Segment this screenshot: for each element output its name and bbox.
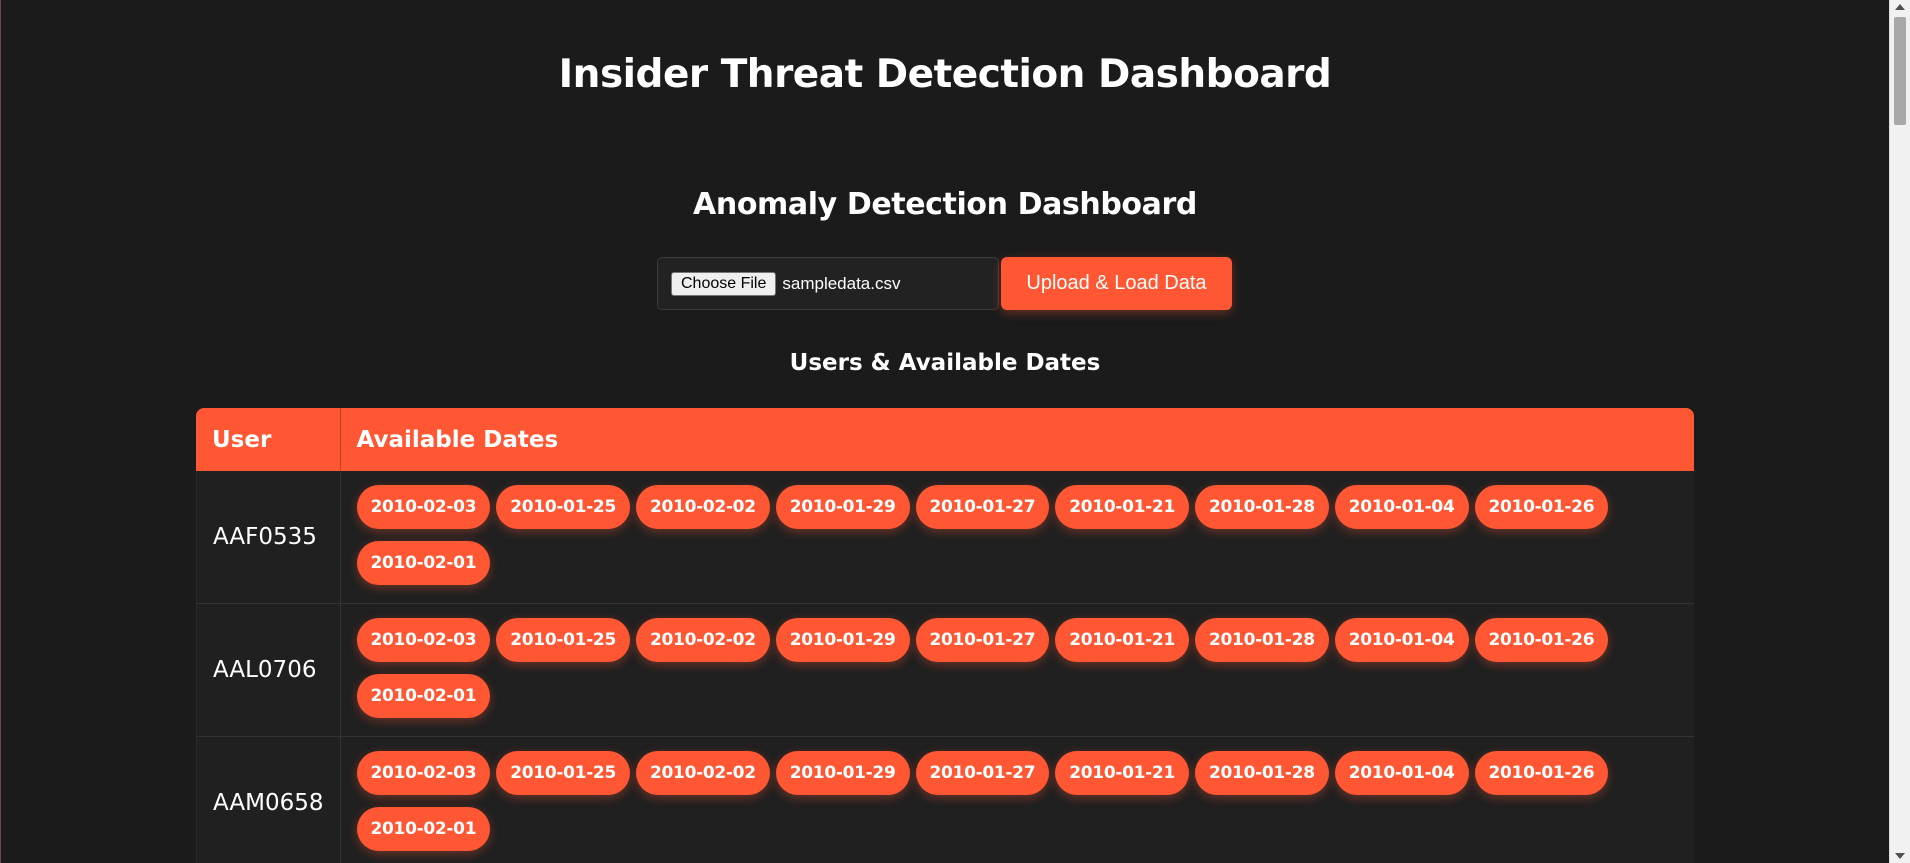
date-pill-button[interactable]: 2010-01-04 — [1334, 485, 1469, 529]
browser-viewport: Insider Threat Detection Dashboard Anoma… — [0, 0, 1910, 863]
available-dates-cell: 2010-02-03 2010-01-25 2010-02-02 2010-01-29… — [340, 471, 1694, 604]
date-pill-button[interactable]: 2010-01-27 — [915, 485, 1050, 529]
date-pill-button[interactable]: 2010-01-26 — [1474, 751, 1609, 795]
table-header-row: User Available Dates — [196, 408, 1694, 471]
date-pill-button[interactable]: 2010-01-29 — [775, 485, 910, 529]
date-pill-button[interactable]: 2010-01-21 — [1055, 618, 1189, 662]
date-pill-button[interactable]: 2010-02-02 — [636, 618, 770, 662]
date-pill-button[interactable]: 2010-01-04 — [1334, 618, 1469, 662]
available-dates-cell: 2010-02-03 2010-01-25 2010-02-02 2010-01-29… — [340, 604, 1694, 737]
selected-file-name: sampledata.csv — [782, 273, 901, 293]
available-dates-cell: 2010-02-03 2010-01-25 2010-02-02 2010-01-29… — [340, 737, 1694, 863]
date-pill-button[interactable]: 2010-01-25 — [496, 485, 630, 529]
date-pill-button[interactable]: 2010-01-29 — [775, 751, 910, 795]
column-header-available-dates: Available Dates — [340, 408, 1694, 471]
table-row: AAL0706 2010-02-03 2010-01-25 2010-02-02 201… — [196, 604, 1694, 737]
table-row: AAF0535 2010-02-03 2010-01-25 2010-02-02 201… — [196, 471, 1694, 604]
date-pill-button[interactable]: 2010-01-28 — [1195, 751, 1329, 795]
date-pill-button[interactable]: 2010-01-27 — [915, 751, 1050, 795]
page-title: Insider Threat Detection Dashboard — [558, 52, 1332, 97]
date-pill-button[interactable]: 2010-01-04 — [1334, 751, 1469, 795]
choose-file-button[interactable]: Choose File — [671, 271, 777, 296]
date-pill-button[interactable]: 2010-02-03 — [356, 618, 491, 662]
upload-form: Choose File sampledata.csv Upload & Load… — [657, 256, 1232, 311]
user-id-cell: AAL0706 — [196, 604, 341, 737]
date-pill-button[interactable]: 2010-01-25 — [496, 751, 630, 795]
date-pill-button[interactable]: 2010-01-21 — [1055, 751, 1189, 795]
date-pill-button[interactable]: 2010-02-02 — [636, 485, 770, 529]
users-dates-section-title: Users & Available Dates — [789, 350, 1101, 376]
file-input[interactable]: Choose File sampledata.csv — [657, 257, 999, 310]
column-header-user: User — [196, 408, 341, 471]
upload-load-data-button[interactable]: Upload & Load Data — [1001, 257, 1232, 310]
date-pill-button[interactable]: 2010-02-03 — [356, 751, 491, 795]
table-body: AAF0535 2010-02-03 2010-01-25 2010-02-02 201… — [196, 471, 1694, 863]
dashboard-subtitle: Anomaly Detection Dashboard — [693, 187, 1197, 222]
date-pill-button[interactable]: 2010-01-26 — [1474, 618, 1609, 662]
vertical-scrollbar[interactable] — [1889, 0, 1910, 863]
users-dates-table: User Available Dates AAF0535 2010-02-03 20… — [196, 408, 1694, 863]
user-id-cell: AAF0535 — [196, 471, 341, 604]
scroll-up-arrow-icon[interactable] — [1895, 4, 1905, 10]
date-pill-button[interactable]: 2010-02-01 — [356, 807, 491, 851]
date-pill-button[interactable]: 2010-01-29 — [775, 618, 910, 662]
scroll-down-arrow-icon[interactable] — [1895, 853, 1905, 859]
user-id-cell: AAM0658 — [196, 737, 341, 863]
date-pill-button[interactable]: 2010-01-28 — [1195, 485, 1329, 529]
date-pill-button[interactable]: 2010-02-03 — [356, 485, 491, 529]
date-pill-button[interactable]: 2010-02-01 — [356, 541, 491, 585]
scrollbar-thumb[interactable] — [1894, 17, 1906, 125]
table-row: AAM0658 2010-02-03 2010-01-25 2010-02-02 201… — [196, 737, 1694, 863]
date-pill-button[interactable]: 2010-01-25 — [496, 618, 630, 662]
date-pill-button[interactable]: 2010-01-28 — [1195, 618, 1329, 662]
page-content: Insider Threat Detection Dashboard Anoma… — [1, 0, 1889, 863]
date-pill-button[interactable]: 2010-01-21 — [1055, 485, 1189, 529]
date-pill-button[interactable]: 2010-01-26 — [1474, 485, 1609, 529]
date-pill-button[interactable]: 2010-02-02 — [636, 751, 770, 795]
date-pill-button[interactable]: 2010-01-27 — [915, 618, 1050, 662]
users-table-container: User Available Dates AAF0535 2010-02-03 20… — [196, 408, 1694, 863]
date-pill-button[interactable]: 2010-02-01 — [356, 674, 491, 718]
